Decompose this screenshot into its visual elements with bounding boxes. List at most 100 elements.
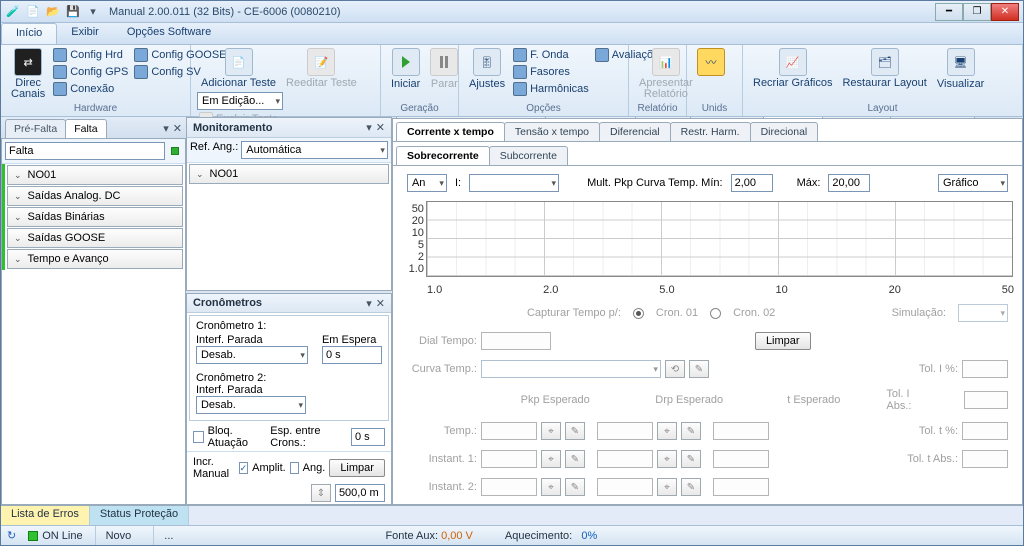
- tab-subcorrente[interactable]: Subcorrente: [489, 146, 568, 165]
- tol-tabs-input[interactable]: [962, 450, 1008, 468]
- fasores[interactable]: Fasores: [511, 64, 591, 80]
- i-combo[interactable]: [469, 174, 559, 192]
- capturar-label: Capturar Tempo p/:: [527, 307, 621, 319]
- ajustes-button[interactable]: 🎚Ajustes: [465, 47, 509, 91]
- esp-crons-input[interactable]: [351, 428, 385, 446]
- tab-avaliacoes[interactable]: Avaliações: [822, 117, 891, 118]
- cron02-radio[interactable]: [710, 308, 721, 319]
- f-onda[interactable]: F. Onda: [511, 47, 591, 63]
- qat-save-icon[interactable]: 💾: [65, 4, 81, 20]
- tab-falta[interactable]: Falta: [65, 119, 106, 138]
- chevron-down-icon: ⌄: [14, 254, 22, 265]
- close-button[interactable]: ✕: [991, 3, 1019, 21]
- i-label: I:: [455, 177, 461, 189]
- an-combo[interactable]: An: [407, 174, 447, 192]
- group-opcoes-label: Opções: [465, 101, 622, 114]
- menu-exibir[interactable]: Exibir: [57, 23, 113, 44]
- cron01-radio[interactable]: [633, 308, 644, 319]
- subtab-tensao[interactable]: Tensão x tempo: [504, 122, 600, 141]
- direc-canais-button[interactable]: ⇄ Direc Canais: [7, 47, 49, 101]
- visualizar[interactable]: 🖥Visualizar: [933, 47, 989, 91]
- tab-fasores[interactable]: Fasores: [635, 117, 691, 118]
- ang-checkbox[interactable]: [290, 462, 299, 474]
- step-input[interactable]: [335, 484, 385, 502]
- list-item[interactable]: ⌄Saídas GOOSE: [7, 228, 183, 248]
- list-item[interactable]: ⌄Saídas Analog. DC: [7, 186, 183, 206]
- mon-close-icon[interactable]: ✕: [376, 121, 385, 134]
- chart-plot-area[interactable]: [426, 201, 1013, 277]
- esp-crons-label: Esp. entre Crons.:: [270, 425, 347, 449]
- curva-temp-combo[interactable]: [481, 360, 661, 378]
- dial-tempo-input[interactable]: [481, 332, 551, 350]
- grafico-combo[interactable]: Gráfico: [938, 174, 1008, 192]
- curva-btn1[interactable]: ⟲: [665, 360, 685, 378]
- resultados-combo[interactable]: Em Edição...: [197, 92, 283, 110]
- qat-dropdown-icon[interactable]: ▾: [85, 4, 101, 20]
- left-panel-close-icon[interactable]: ✕: [173, 122, 182, 135]
- harmonicas[interactable]: Harmônicas: [511, 81, 591, 97]
- cron-limpar-button[interactable]: Limpar: [329, 459, 385, 477]
- unids-button[interactable]: 〰: [693, 47, 729, 91]
- search-go-icon[interactable]: [168, 142, 182, 160]
- cron-close-icon[interactable]: ✕: [376, 297, 385, 310]
- cron1-label: Cronômetro 1:: [196, 320, 382, 332]
- tol-t-input[interactable]: [962, 422, 1008, 440]
- subtab-corrente[interactable]: Corrente x tempo: [396, 122, 505, 141]
- tol-iabs-input[interactable]: [964, 391, 1008, 409]
- tab-protecao[interactable]: Proteção: [763, 117, 823, 118]
- left-panel-pin-icon[interactable]: ▾: [163, 122, 169, 135]
- menu-opcoes[interactable]: Opções Software: [113, 23, 225, 44]
- curva-btn2[interactable]: ✎: [689, 360, 709, 378]
- group-relatorio-label: Relatório: [635, 101, 680, 114]
- tab-erros-sv[interactable]: Erros Entr. SV: [890, 117, 975, 118]
- sim-label: Simulação:: [892, 307, 946, 319]
- list-item[interactable]: ⌄Saídas Binárias: [7, 207, 183, 227]
- refang-combo[interactable]: Automática: [241, 141, 388, 159]
- tab-forma-onda[interactable]: Forma de Onda: [545, 117, 637, 118]
- subtab-restr[interactable]: Restr. Harm.: [670, 122, 751, 141]
- cron2-interf-combo[interactable]: Desab.: [196, 396, 306, 414]
- config-hrd[interactable]: Config Hrd: [51, 47, 130, 63]
- qat-new-icon[interactable]: 📄: [25, 4, 41, 20]
- conexao[interactable]: Conexão: [51, 81, 130, 97]
- restaurar-layout[interactable]: 🗂Restaurar Layout: [838, 47, 930, 90]
- qat-open-icon[interactable]: 📂: [45, 4, 61, 20]
- group-hardware-label: Hardware: [7, 101, 184, 114]
- cron-pin-icon[interactable]: ▾: [366, 297, 372, 310]
- group-unids-label: Unids: [693, 101, 736, 114]
- adicionar-teste-button[interactable]: 📄Adicionar Teste: [197, 47, 280, 90]
- mon-item[interactable]: ⌄NO01: [189, 164, 389, 184]
- bottom-tab-status-protecao[interactable]: Status Proteção: [90, 506, 189, 525]
- iniciar-button[interactable]: Iniciar: [387, 47, 424, 91]
- amplit-checkbox[interactable]: ✓: [239, 462, 249, 474]
- tab-entr-bin[interactable]: Entr. Bin., GOOSE e An. DC: [396, 117, 546, 118]
- subtab-direcional[interactable]: Direcional: [750, 122, 819, 141]
- mult-max-input[interactable]: [828, 174, 870, 192]
- mon-pin-icon[interactable]: ▾: [366, 121, 372, 134]
- refresh-icon[interactable]: ↻: [7, 529, 16, 542]
- incr-label: Incr. Manual: [193, 456, 235, 480]
- tab-pre-falta[interactable]: Pré-Falta: [5, 119, 66, 138]
- mult-min-input[interactable]: [731, 174, 773, 192]
- minimize-button[interactable]: ━: [935, 3, 963, 21]
- falta-search-input[interactable]: [5, 142, 165, 160]
- step-spinner[interactable]: ⇕: [311, 484, 331, 502]
- limpar-button[interactable]: Limpar: [755, 332, 811, 350]
- refang-label: Ref. Ang.:: [190, 141, 238, 159]
- recriar-graficos[interactable]: 📈Recriar Gráficos: [749, 47, 836, 90]
- cron1-espera-input[interactable]: [322, 346, 382, 364]
- tol-i-input[interactable]: [962, 360, 1008, 378]
- config-gps[interactable]: Config GPS: [51, 64, 130, 80]
- bottom-tab-lista-erros[interactable]: Lista de Erros: [1, 506, 90, 525]
- tab-harmonicas[interactable]: Harmônicas: [690, 117, 764, 118]
- menu-inicio[interactable]: Início: [1, 23, 57, 44]
- mult-label: Mult. Pkp Curva Temp. Mín:: [587, 177, 723, 189]
- tab-sobrecorrente[interactable]: Sobrecorrente: [396, 146, 490, 165]
- list-item[interactable]: ⌄NO01: [7, 165, 183, 185]
- sim-combo: [958, 304, 1008, 322]
- cron1-interf-combo[interactable]: Desab.: [196, 346, 308, 364]
- subtab-diferencial[interactable]: Diferencial: [599, 122, 671, 141]
- maximize-button[interactable]: ❐: [963, 3, 991, 21]
- bloq-checkbox[interactable]: [193, 431, 204, 443]
- list-item[interactable]: ⌄Tempo e Avanço: [7, 249, 183, 269]
